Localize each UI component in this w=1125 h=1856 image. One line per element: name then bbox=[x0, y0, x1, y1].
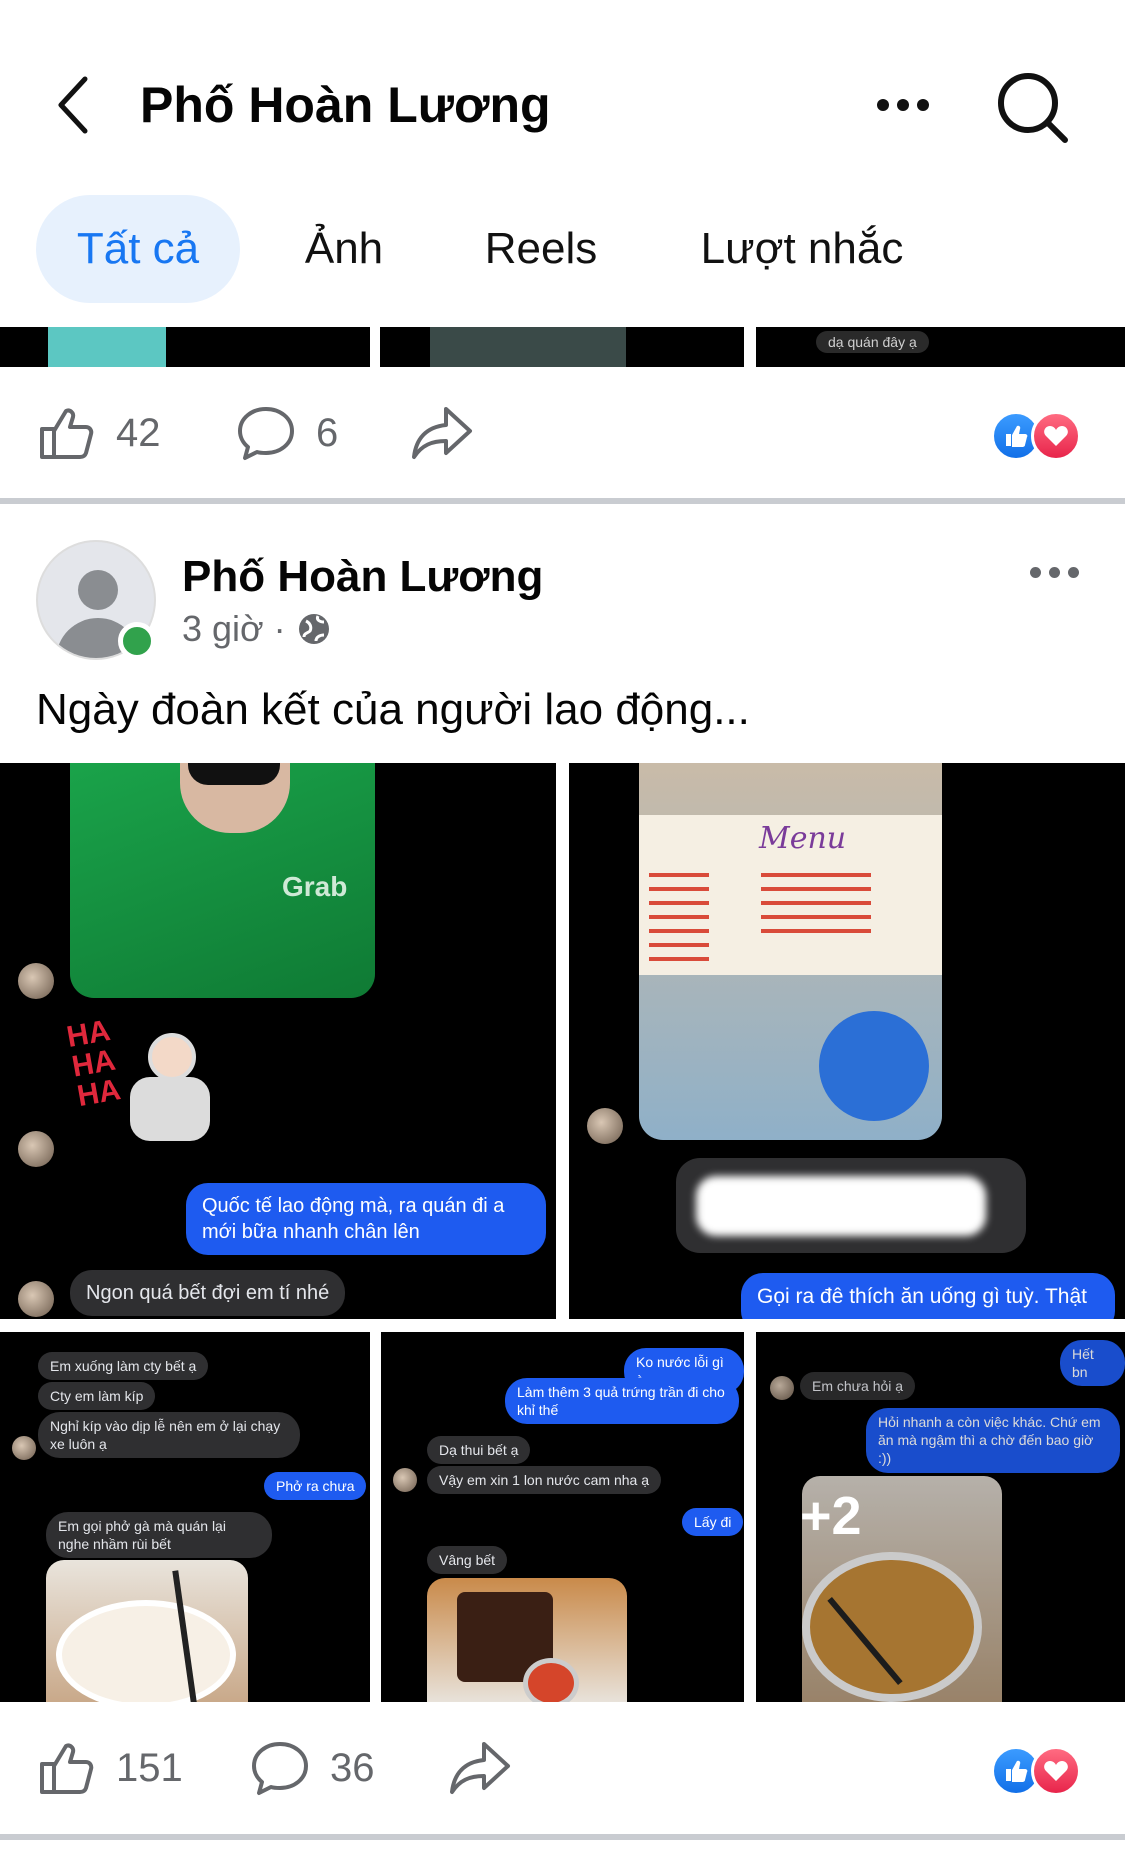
love-reaction-icon bbox=[1031, 1746, 1081, 1796]
meta-separator: · bbox=[273, 608, 286, 649]
share-icon bbox=[412, 407, 472, 459]
dot-icon bbox=[1068, 566, 1079, 578]
dot-icon bbox=[1030, 566, 1041, 578]
dot-icon bbox=[897, 99, 909, 111]
drinks-image bbox=[427, 1578, 627, 1702]
like-button[interactable]: 42 bbox=[36, 373, 161, 493]
post-divider bbox=[0, 498, 1125, 504]
comment-icon bbox=[252, 1742, 308, 1795]
menu-items-right bbox=[761, 863, 871, 933]
chat-bubble-received: Em gọi phở gà mà quán lại nghe nhầm rùi … bbox=[46, 1512, 272, 1559]
chat-bubble-sent: Phở ra chưa bbox=[264, 1472, 367, 1501]
tab-reels[interactable]: Reels bbox=[470, 195, 612, 303]
pho-bowl-image bbox=[46, 1560, 248, 1702]
previous-post-photos[interactable]: dạ quán đây ạ bbox=[0, 327, 1125, 367]
thumbs-up-icon bbox=[40, 1743, 94, 1794]
chat-bubble-received: Vậy em xin 1 lon nước cam nha ạ bbox=[427, 1466, 661, 1495]
laughing-sticker bbox=[120, 1033, 212, 1145]
water-jug bbox=[819, 1011, 929, 1121]
comment-icon bbox=[238, 407, 294, 460]
top-bar: Phố Hoàn Lương bbox=[0, 0, 1125, 185]
tab-all[interactable]: Tất cả bbox=[36, 195, 240, 303]
post-photo-1[interactable]: Grab HA HA HA Quốc tế lao động mà, ra qu… bbox=[0, 763, 556, 1319]
previous-post-actions: 42 6 bbox=[0, 373, 1125, 493]
post-divider bbox=[0, 1834, 1125, 1840]
photo-thumbnail[interactable] bbox=[380, 327, 744, 367]
share-button[interactable] bbox=[448, 1708, 512, 1828]
thumbs-up-icon bbox=[40, 408, 94, 459]
grab-logo: Grab bbox=[282, 871, 348, 902]
tab-photos[interactable]: Ảnh bbox=[285, 195, 403, 303]
chat-bubble-received: Em xuống làm cty bết ạ bbox=[38, 1352, 209, 1381]
search-icon bbox=[998, 73, 1068, 143]
post-photo-4[interactable]: Ko nước lỗi gì à Làm thêm 3 quả trứng tr… bbox=[381, 1332, 744, 1702]
search-button[interactable] bbox=[995, 70, 1071, 146]
tab-mentions[interactable]: Lượt nhắc bbox=[682, 195, 922, 303]
dot-icon bbox=[1049, 566, 1060, 578]
chat-bubble-received bbox=[676, 1158, 1026, 1253]
love-reaction-icon bbox=[1031, 411, 1081, 461]
chat-avatar bbox=[18, 1131, 54, 1167]
like-count: 151 bbox=[116, 1745, 183, 1790]
post-meta: 3 giờ · bbox=[182, 608, 332, 650]
comment-button[interactable]: 36 bbox=[250, 1708, 375, 1828]
chat-bubble-received: Cty em làm kíp bbox=[38, 1382, 156, 1411]
menu-board-image: Menu bbox=[639, 763, 942, 1140]
chat-avatar bbox=[12, 1436, 36, 1460]
dot-icon bbox=[877, 99, 889, 111]
share-icon bbox=[450, 1742, 510, 1794]
like-count: 42 bbox=[116, 410, 161, 455]
chat-avatar bbox=[18, 1281, 54, 1317]
chat-bubble-received: Nghỉ kíp vào dịp lễ nên em ở lại chạy xe… bbox=[38, 1412, 300, 1459]
menu-title: Menu bbox=[759, 821, 847, 856]
chat-avatar bbox=[18, 963, 54, 999]
post-text: Ngày đoàn kết của người lao động... bbox=[36, 685, 750, 734]
menu-items-left bbox=[649, 863, 709, 963]
avatar-head bbox=[78, 570, 118, 610]
chat-bubble-received: Dạ thui bết ạ bbox=[427, 1436, 531, 1465]
post-photo-2[interactable]: Menu Gọi ra đê thích ăn uống gì tuỳ. Thậ… bbox=[569, 763, 1125, 1319]
chat-bubble-sent: Lấy đi bbox=[682, 1508, 744, 1537]
chevron-left-icon bbox=[58, 76, 88, 134]
reaction-summary[interactable] bbox=[991, 411, 1091, 463]
chat-bubble-sent: Quốc tế lao động mà, ra quán đi a mới bữ… bbox=[186, 1183, 546, 1255]
chat-avatar bbox=[587, 1108, 623, 1144]
like-button[interactable]: 151 bbox=[36, 1708, 183, 1828]
chat-bubble: dạ quán đây ạ bbox=[816, 331, 929, 353]
chat-bubble-received: Vâng bết bbox=[427, 1546, 508, 1575]
post-actions: 151 36 bbox=[0, 1708, 1125, 1828]
dot-icon bbox=[917, 99, 929, 111]
image-fragment bbox=[48, 327, 166, 367]
back-button[interactable] bbox=[42, 70, 102, 140]
globe-icon bbox=[298, 614, 329, 644]
chat-bubble-sent: Gọi ra đê thích ăn uống gì tuỳ. Thật bbox=[741, 1273, 1115, 1319]
comment-button[interactable]: 6 bbox=[236, 373, 338, 493]
sticker-head bbox=[148, 1033, 196, 1081]
selfie-image: Grab bbox=[70, 763, 375, 998]
chat-bubble-received: Ngon quá bết đợi em tí nhé bbox=[70, 1270, 346, 1316]
post-time[interactable]: 3 giờ bbox=[182, 608, 264, 650]
filter-tabs: Tất cả Ảnh Reels Lượt nhắc bbox=[0, 195, 1125, 305]
more-options-button[interactable] bbox=[868, 80, 938, 130]
post-options-button[interactable] bbox=[1030, 562, 1090, 582]
chat-avatar bbox=[393, 1468, 417, 1492]
post-photo-3[interactable]: Em xuống làm cty bết ạ Cty em làm kíp Ng… bbox=[0, 1332, 370, 1702]
photo-thumbnail[interactable] bbox=[0, 327, 370, 367]
sticker-body bbox=[130, 1077, 210, 1141]
chat-bubble-sent: Làm thêm 3 quả trứng trần đi cho khỉ thế bbox=[505, 1378, 739, 1425]
photo-thumbnail[interactable]: dạ quán đây ạ bbox=[756, 327, 1125, 367]
bowl bbox=[56, 1600, 236, 1702]
soda-can bbox=[523, 1658, 579, 1702]
comment-count: 6 bbox=[316, 410, 339, 455]
redacted-text bbox=[696, 1176, 986, 1236]
more-photos-count[interactable]: +2 bbox=[800, 1485, 862, 1547]
sunglasses-fragment bbox=[188, 763, 280, 785]
post-author[interactable]: Phố Hoàn Lương bbox=[182, 552, 543, 602]
comment-count: 36 bbox=[330, 1745, 375, 1790]
share-button[interactable] bbox=[410, 373, 474, 493]
image-fragment bbox=[430, 327, 626, 367]
reaction-summary[interactable] bbox=[991, 1746, 1091, 1798]
page-title: Phố Hoàn Lương bbox=[140, 77, 551, 133]
online-status-indicator bbox=[118, 622, 156, 660]
